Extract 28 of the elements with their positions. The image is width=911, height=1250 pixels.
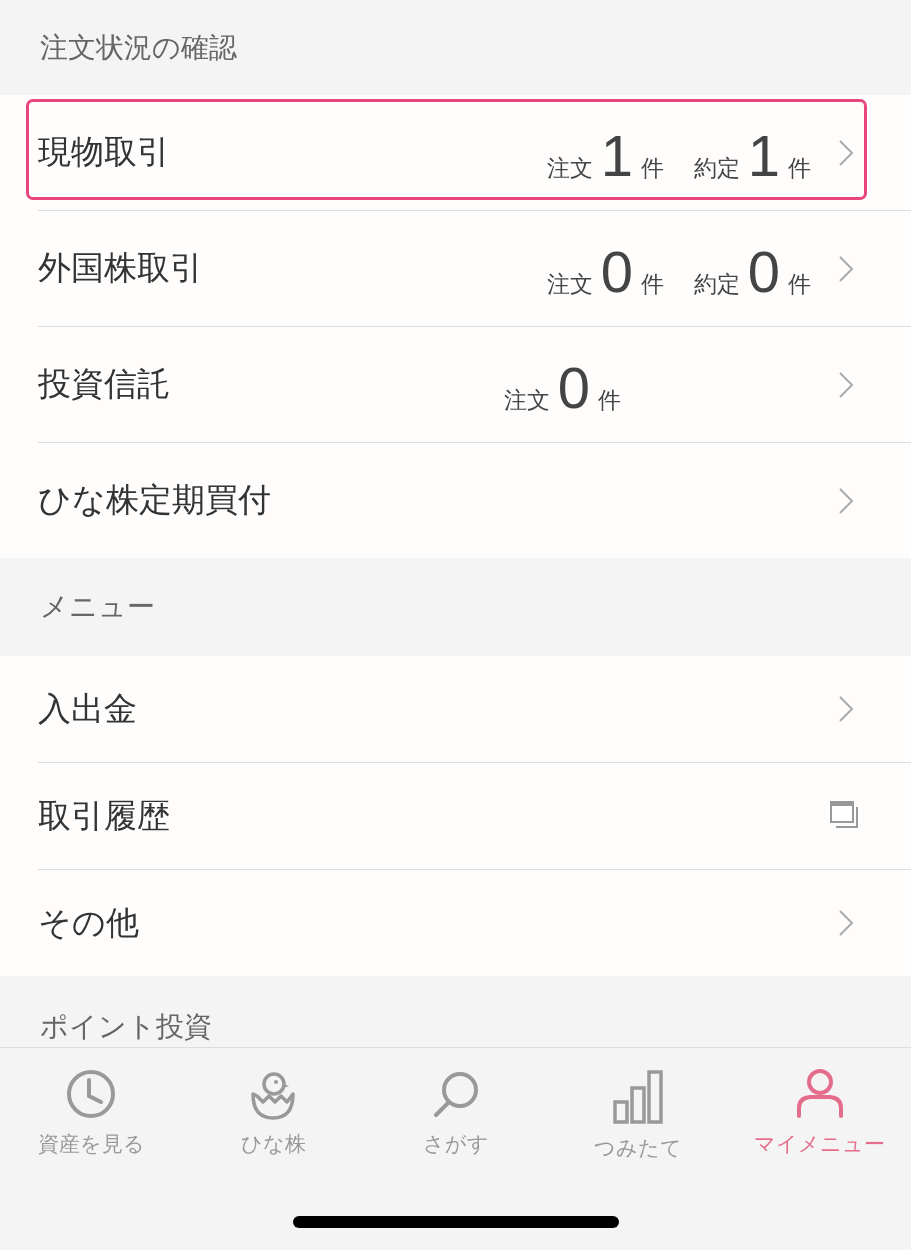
count-value: 1 <box>599 126 635 185</box>
section-title: ポイント投資 <box>40 1009 212 1045</box>
count-unit: 件 <box>641 153 664 183</box>
count-value: 0 <box>556 358 592 417</box>
chevron-right-icon <box>838 138 854 167</box>
count-unit: 件 <box>788 153 811 183</box>
count-unit: 件 <box>788 269 811 299</box>
chevron-right-icon <box>838 370 854 399</box>
count-label: 注文 <box>504 385 550 415</box>
row-label[interactable]: 現物取引 <box>38 130 547 175</box>
count-label: 約定 <box>694 269 740 299</box>
chevron-right-icon <box>838 486 854 515</box>
count-label: 注文 <box>547 269 593 299</box>
section-title: 注文状況の確認 <box>40 29 237 66</box>
count-label: 注文 <box>547 153 593 183</box>
count-value: 0 <box>746 242 782 301</box>
chevron-right-icon <box>838 254 854 283</box>
chevron-right-icon <box>838 695 854 723</box>
bar-chart-icon <box>611 1068 664 1124</box>
row-label[interactable]: 投資信託 <box>38 362 504 407</box>
count-value: 1 <box>746 126 782 185</box>
chevron-right-icon <box>838 909 854 937</box>
count-unit: 件 <box>641 269 664 299</box>
count-unit: 件 <box>598 385 621 415</box>
count-label: 約定 <box>694 153 740 183</box>
count-value: 0 <box>599 242 635 301</box>
row-label[interactable]: 外国株取引 <box>38 246 547 291</box>
section-title: メニュー <box>40 589 155 625</box>
